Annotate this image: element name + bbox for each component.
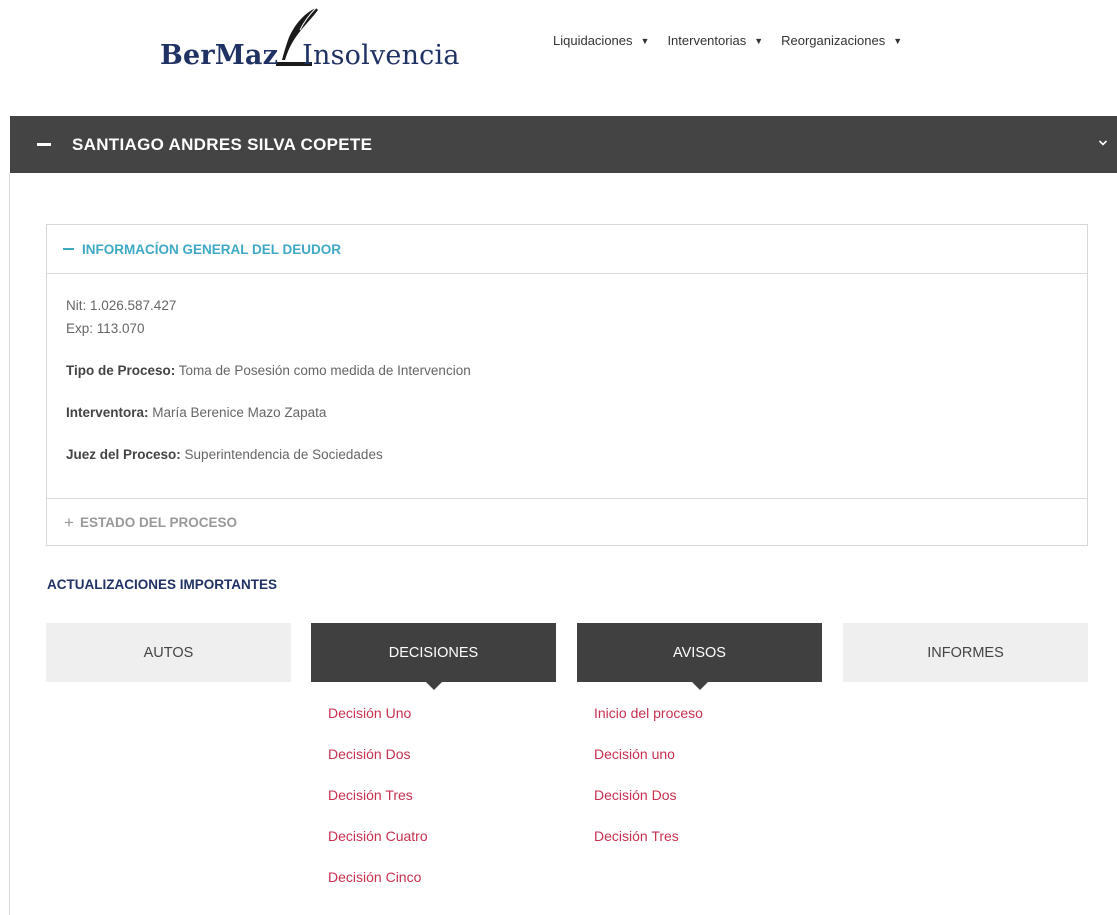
estado-proceso-title: ESTADO DEL PROCESO <box>79 515 237 530</box>
nav-label: Interventorias <box>667 33 747 48</box>
interventora-value: María Berenice Mazo Zapata <box>148 405 327 420</box>
caret-down-icon: ▼ <box>754 35 764 46</box>
info-panel-body: Nit: 1.026.587.427 Exp: 113.070 Tipo de … <box>47 274 1087 466</box>
top-nav: Liquidaciones ▼ Interventorias ▼ Reorgan… <box>553 33 902 48</box>
tipo-proceso-label: Tipo de Proceso: <box>66 363 176 378</box>
aviso-link[interactable]: Inicio del proceso <box>594 702 703 743</box>
info-panel-header[interactable]: INFORMACÍON GENERAL DEL DEUDOR <box>47 225 1087 274</box>
tab-pointer-icon <box>425 682 442 690</box>
nav-interventorias[interactable]: Interventorias ▼ <box>667 33 763 48</box>
interventora: Interventora: María Berenice Mazo Zapata <box>66 401 1087 424</box>
nav-liquidaciones[interactable]: Liquidaciones ▼ <box>553 33 649 48</box>
tipo-proceso-value: Toma de Posesión como medida de Interven… <box>175 363 471 378</box>
debtor-name: SANTIAGO ANDRES SILVA COPETE <box>72 134 373 154</box>
decision-link[interactable]: Decisión Dos <box>328 743 428 784</box>
decision-link[interactable]: Decisión Cuatro <box>328 825 428 866</box>
logo-subtitle: Insolvencia <box>302 40 460 71</box>
tab-autos[interactable]: AUTOS <box>46 623 291 682</box>
chevron-down-icon[interactable] <box>1098 137 1108 149</box>
updates-title: ACTUALIZACIONES IMPORTANTES <box>47 577 277 592</box>
nit: Nit: 1.026.587.427 <box>66 298 177 313</box>
aviso-link[interactable]: Decisión Tres <box>594 825 703 866</box>
collapse-icon <box>63 248 74 250</box>
aviso-link[interactable]: Decisión Dos <box>594 784 703 825</box>
tab-label: AVISOS <box>673 644 726 661</box>
estado-proceso-header[interactable]: + ESTADO DEL PROCESO <box>47 498 1087 546</box>
tipo-proceso: Tipo de Proceso: Toma de Posesión como m… <box>66 359 1087 382</box>
tab-label: AUTOS <box>143 644 194 661</box>
decision-link[interactable]: Decisión Uno <box>328 702 428 743</box>
juez-proceso: Juez del Proceso: Superintendencia de So… <box>66 443 1087 466</box>
tab-informes[interactable]: INFORMES <box>843 623 1088 682</box>
nav-label: Reorganizaciones <box>781 33 886 48</box>
content-divider <box>9 173 10 915</box>
logo[interactable]: BerMaz Insolvencia <box>160 6 490 76</box>
info-panel-title: INFORMACÍON GENERAL DEL DEUDOR <box>82 241 342 257</box>
decision-link[interactable]: Decisión Cinco <box>328 866 428 907</box>
nav-label: Liquidaciones <box>553 33 633 48</box>
decisiones-list: Decisión Uno Decisión Dos Decisión Tres … <box>328 702 428 907</box>
tab-pointer-icon <box>691 682 708 690</box>
debtor-accordion-header[interactable]: SANTIAGO ANDRES SILVA COPETE <box>10 116 1117 173</box>
collapse-icon <box>37 143 51 146</box>
caret-down-icon: ▼ <box>640 35 650 46</box>
tab-avisos[interactable]: AVISOS <box>577 623 822 690</box>
aviso-link[interactable]: Decisión uno <box>594 743 703 784</box>
info-panel: INFORMACÍON GENERAL DEL DEUDOR Nit: 1.02… <box>46 224 1088 546</box>
avisos-list: Inicio del proceso Decisión uno Decisión… <box>594 702 703 866</box>
tab-decisiones[interactable]: DECISIONES <box>311 623 556 690</box>
caret-down-icon: ▼ <box>893 35 903 46</box>
expand-icon: + <box>64 512 74 532</box>
juez-proceso-label: Juez del Proceso: <box>66 447 181 462</box>
tab-label: INFORMES <box>927 644 1004 661</box>
interventora-label: Interventora: <box>66 405 149 420</box>
tab-label: DECISIONES <box>388 644 479 661</box>
juez-proceso-value: Superintendencia de Sociedades <box>180 447 383 462</box>
logo-brand: BerMaz <box>160 40 279 71</box>
decision-link[interactable]: Decisión Tres <box>328 784 428 825</box>
nav-reorganizaciones[interactable]: Reorganizaciones ▼ <box>781 33 902 48</box>
expediente: Exp: 113.070 <box>66 321 145 336</box>
